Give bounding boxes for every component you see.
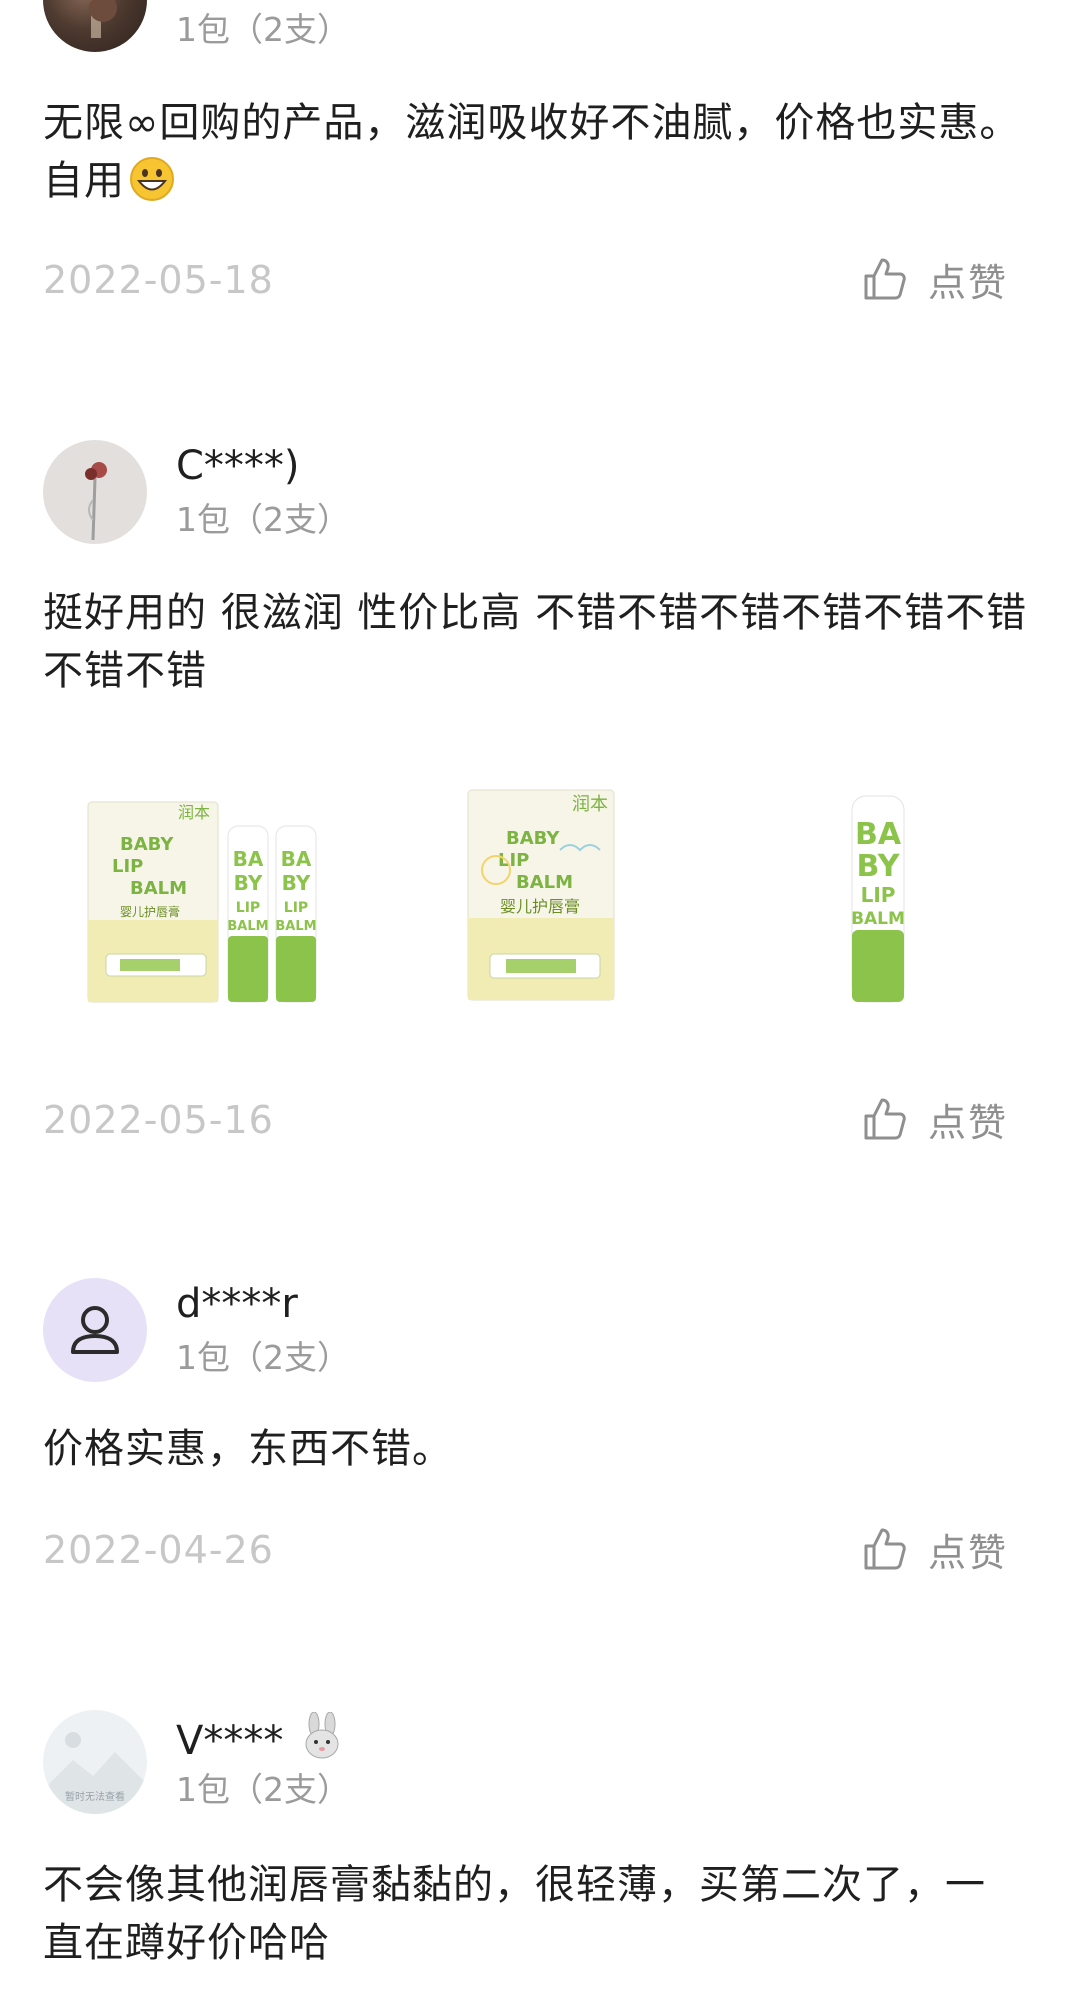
product-text: 婴儿护唇膏 [500, 897, 580, 916]
variant-label: 1包（2支） [176, 1770, 350, 1809]
avatar[interactable]: 暂时无法查看 [43, 1710, 147, 1814]
product-text: BALM [130, 878, 187, 899]
review-text: 不会像其他润唇膏黏黏的，很轻薄，买第二次了，一 直在蹲好价哈哈 [43, 1862, 986, 1966]
rabbit-emoji-icon [305, 1711, 339, 1759]
variant-label: 1包（2支） [176, 1338, 350, 1377]
product-text: LIP [861, 883, 896, 907]
brand-text: 润本 [178, 803, 210, 822]
like-label: 点赞 [928, 1530, 1009, 1575]
product-text: LIP [112, 856, 143, 877]
brand-text: 润本 [572, 794, 608, 815]
username: C****) [176, 443, 300, 489]
avatar[interactable] [43, 440, 147, 544]
review-date: 2022-05-18 [43, 258, 274, 302]
like-label: 点赞 [928, 1100, 1009, 1145]
like-button[interactable]: 点赞 [862, 254, 1009, 305]
svg-text:BALM: BALM [227, 919, 268, 934]
username: V**** [176, 1711, 344, 1765]
review-image[interactable]: BA BY LIP BALM [740, 740, 1020, 1020]
thumbs-up-icon [864, 1098, 906, 1140]
svg-text:BA: BA [233, 847, 264, 871]
avatar[interactable] [43, 0, 147, 52]
review-date: 2022-05-16 [43, 1098, 274, 1142]
product-text: BABY [506, 828, 560, 849]
review-image[interactable]: 润本 BABY LIP BALM 婴儿护唇膏 [400, 740, 680, 1020]
review-text: 无限∞回购的产品，滋润吸收好不油腻，价格也实惠。自用 [43, 100, 1021, 204]
review-image[interactable]: 润本 BABY LIP BALM 婴儿护唇膏 BA BY LIP BALM BA… [60, 740, 340, 1020]
avatar[interactable] [43, 1278, 147, 1382]
product-text: BABY [120, 834, 174, 855]
thumbs-up-icon [864, 258, 906, 300]
svg-text:LIP: LIP [236, 900, 260, 916]
review-text: 挺好用的 很滋润 性价比高 不错不错不错不错不错不错 不错不错 [43, 590, 1028, 694]
username: d****r [176, 1281, 298, 1327]
variant-label: 1包（2支） [176, 10, 350, 49]
review-date: 2022-04-26 [43, 1528, 274, 1572]
grinning-face-emoji-icon [130, 157, 174, 201]
user-icon [71, 1306, 119, 1354]
like-button[interactable]: 点赞 [862, 1524, 1009, 1575]
product-text: BALM [851, 909, 905, 929]
review-text: 价格实惠，东西不错。 [43, 1426, 453, 1472]
svg-text:BA: BA [281, 847, 312, 871]
svg-text:BY: BY [234, 871, 263, 895]
like-button[interactable]: 点赞 [862, 1094, 1009, 1145]
svg-text:BALM: BALM [275, 919, 316, 934]
like-label: 点赞 [928, 260, 1009, 305]
svg-text:LIP: LIP [284, 900, 308, 916]
avatar-caption: 暂时无法查看 [65, 1790, 125, 1803]
variant-label: 1包（2支） [176, 500, 350, 539]
thumbs-up-icon [864, 1528, 906, 1570]
product-text: BA [855, 817, 902, 852]
svg-text:BY: BY [282, 871, 311, 895]
product-text: BALM [516, 872, 573, 893]
product-text: LIP [498, 850, 529, 871]
product-text: BY [857, 849, 901, 884]
product-text: 婴儿护唇膏 [120, 904, 180, 919]
